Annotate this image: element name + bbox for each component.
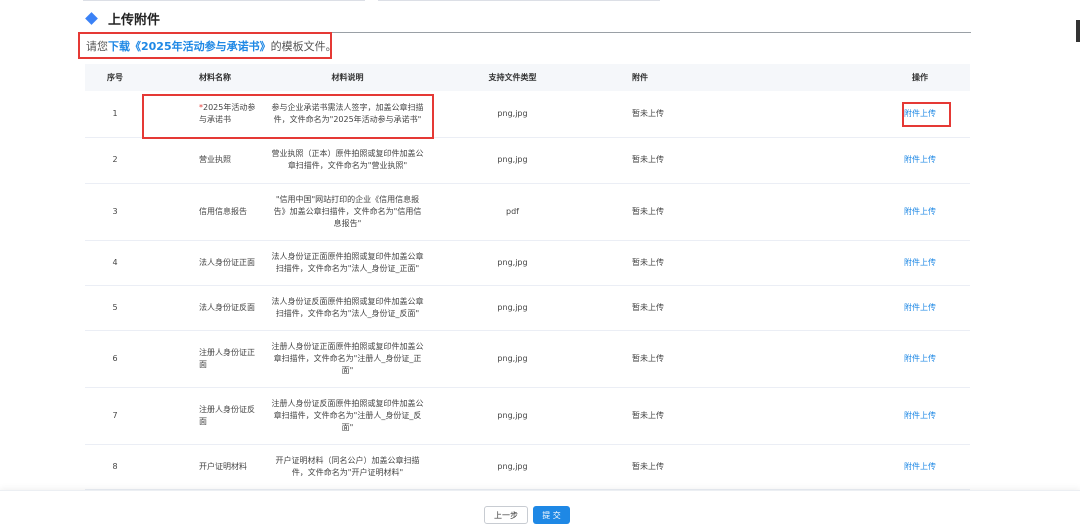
row-status: 暂未上传 [590,387,870,445]
upload-button[interactable]: 附件上传 [870,183,970,241]
top-divider-left [83,0,365,1]
row-status: 暂未上传 [590,183,870,241]
row-desc: "信用中国"网站打印的企业《信用信息报告》加盖公章扫描件，文件命名为"信用信息报… [260,183,435,241]
row-name-text: 开户证明材料 [199,461,247,471]
row-desc: 法人身份证反面原件拍照或复印件加盖公章扫描件，文件命名为"法人_身份证_反面" [260,285,435,331]
table-row: 3 信用信息报告 "信用中国"网站打印的企业《信用信息报告》加盖公章扫描件，文件… [85,183,970,241]
header-name: 材料名称 [145,64,260,91]
row-name-text: 注册人身份证反面 [199,404,255,426]
row-types: png,jpg [435,91,590,138]
upload-button[interactable]: 附件上传 [870,137,970,184]
table-row: 8 开户证明材料 开户证明材料（同名公户）加盖公章扫描件，文件命名为"开户证明材… [85,444,970,490]
table-row: 1 *2025年活动参与承诺书 参与企业承诺书需法人签字，加盖公章扫描件，文件命… [85,91,970,138]
edge-marker [1076,20,1080,42]
row-types: png,jpg [435,330,590,388]
row-index: 3 [85,183,145,241]
row-name-text: 注册人身份证正面 [199,347,255,369]
row-types: png,jpg [435,285,590,331]
row-status: 暂未上传 [590,285,870,331]
row-name: 注册人身份证反面 [145,387,260,445]
upload-button[interactable]: 附件上传 [870,387,970,445]
row-types: png,jpg [435,444,590,490]
row-status: 暂未上传 [590,240,870,286]
header-types: 支持文件类型 [435,64,590,91]
top-divider-right [378,0,660,1]
notice-prefix: 请您 [86,39,108,53]
row-name-text: 法人身份证反面 [199,302,255,312]
upload-button[interactable]: 附件上传 [870,330,970,388]
row-desc: 注册人身份证反面原件拍照或复印件加盖公章扫描件，文件命名为"注册人_身份证_反面… [260,387,435,445]
table-row: 4 法人身份证正面 法人身份证正面原件拍照或复印件加盖公章扫描件，文件命名为"法… [85,240,970,286]
upload-button[interactable]: 附件上传 [870,285,970,331]
row-index: 5 [85,285,145,331]
row-desc: 参与企业承诺书需法人签字，加盖公章扫描件，文件命名为"2025年活动参与承诺书" [260,91,435,138]
table-row: 5 法人身份证反面 法人身份证反面原件拍照或复印件加盖公章扫描件，文件命名为"法… [85,285,970,331]
row-desc: 开户证明材料（同名公户）加盖公章扫描件，文件命名为"开户证明材料" [260,444,435,490]
header-desc: 材料说明 [260,64,435,91]
row-name-text: 信用信息报告 [199,206,247,216]
row-name: *2025年活动参与承诺书 [145,91,260,138]
row-name: 信用信息报告 [145,183,260,241]
notice-suffix: 的模板文件。 [270,39,337,53]
row-index: 4 [85,240,145,286]
row-name-text: 法人身份证正面 [199,257,255,267]
header-index: 序号 [85,64,145,91]
table-row: 6 注册人身份证正面 注册人身份证正面原件拍照或复印件加盖公章扫描件，文件命名为… [85,330,970,388]
row-name: 注册人身份证正面 [145,330,260,388]
row-index: 7 [85,387,145,445]
row-index: 2 [85,137,145,184]
row-status: 暂未上传 [590,444,870,490]
template-notice: 请您 下载《2025年活动参与承诺书》 的模板文件。 [78,32,337,59]
upload-button[interactable]: 附件上传 [870,240,970,286]
row-types: png,jpg [435,240,590,286]
table-header-row: 序号 材料名称 材料说明 支持文件类型 附件 操作 [85,64,970,91]
row-status: 暂未上传 [590,330,870,388]
table-row: 7 注册人身份证反面 注册人身份证反面原件拍照或复印件加盖公章扫描件，文件命名为… [85,387,970,445]
row-index: 8 [85,444,145,490]
diamond-icon [85,11,98,25]
row-desc: 法人身份证正面原件拍照或复印件加盖公章扫描件，文件命名为"法人_身份证_正面" [260,240,435,286]
section-header: 上传附件 [85,8,160,28]
row-name: 法人身份证反面 [145,285,260,331]
upload-button[interactable]: 附件上传 [870,91,970,138]
row-name: 法人身份证正面 [145,240,260,286]
header-attachment: 附件 [590,64,870,91]
row-desc: 营业执照（正本）原件拍照或复印件加盖公章扫描件，文件命名为"营业执照" [260,137,435,184]
row-index: 1 [85,91,145,138]
row-name: 营业执照 [145,137,260,184]
row-index: 6 [85,330,145,388]
row-types: pdf [435,183,590,241]
header-action: 操作 [870,64,970,91]
submit-button[interactable]: 提 交 [533,506,570,524]
template-download-link[interactable]: 下载《2025年活动参与承诺书》 [108,38,271,54]
row-desc: 注册人身份证正面原件拍照或复印件加盖公章扫描件，文件命名为"注册人_身份证_正面… [260,330,435,388]
upload-button[interactable]: 附件上传 [870,444,970,490]
row-status: 暂未上传 [590,137,870,184]
section-title: 上传附件 [108,12,161,28]
table-row: 2 营业执照 营业执照（正本）原件拍照或复印件加盖公章扫描件，文件命名为"营业执… [85,137,970,184]
row-name-text: 2025年活动参与承诺书 [199,102,256,124]
attachments-table: 序号 材料名称 材料说明 支持文件类型 附件 操作 1 *2025年活动参与承诺… [85,64,970,490]
row-name: 开户证明材料 [145,444,260,490]
previous-step-button[interactable]: 上一步 [484,506,528,524]
row-name-text: 营业执照 [199,155,231,164]
row-types: png,jpg [435,387,590,445]
row-types: png,jpg [435,137,590,184]
row-status: 暂未上传 [590,91,870,138]
